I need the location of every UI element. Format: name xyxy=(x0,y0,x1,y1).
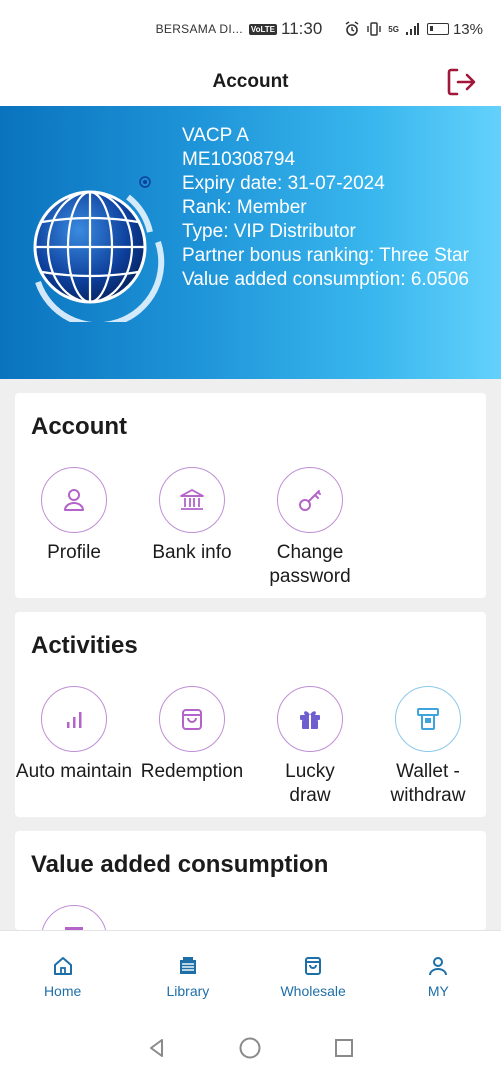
recents-button[interactable] xyxy=(331,1035,357,1061)
atm-icon xyxy=(417,708,439,730)
volte-badge: VoLTE xyxy=(248,23,278,35)
clock: 11:30 xyxy=(281,19,323,38)
nav-library-label: Library xyxy=(166,982,210,999)
home-circle-icon xyxy=(239,1037,261,1059)
logout-icon xyxy=(447,68,476,96)
profile-info: VACP A ME10308794 Expiry date: 31-07-202… xyxy=(182,124,482,292)
member-id: ME10308794 xyxy=(182,149,296,170)
back-button[interactable] xyxy=(144,1035,170,1061)
activities-section-title: Activities xyxy=(31,632,138,659)
home-icon xyxy=(53,956,72,975)
wallet-withdraw-button[interactable]: Wallet - withdraw xyxy=(368,686,488,808)
nav-my-label: MY xyxy=(427,982,449,999)
back-triangle-icon xyxy=(149,1039,163,1057)
alarm-icon xyxy=(345,21,359,36)
system-nav-bar xyxy=(0,1016,501,1080)
value-added-consumption: Value added consumption: 6.0506 xyxy=(182,269,469,290)
auto-maintain-label: Auto maintain xyxy=(15,761,133,782)
nav-wholesale-label: Wholesale xyxy=(280,982,346,999)
profile-banner: VACP A ME10308794 Expiry date: 31-07-202… xyxy=(0,106,501,379)
person-icon xyxy=(64,489,84,511)
redemption-button[interactable]: Redemption xyxy=(132,686,252,784)
vibrate-icon xyxy=(367,22,381,36)
lucky-draw-button[interactable]: Lucky draw xyxy=(250,686,370,808)
nav-home-label: Home xyxy=(43,982,82,999)
profile-button[interactable]: Profile xyxy=(14,467,134,565)
expiry-date: Expiry date: 31-07-2024 xyxy=(182,173,385,194)
page-title: Account xyxy=(212,71,289,92)
account-card: Account Profile Bank info Change passwor… xyxy=(15,393,486,598)
member-rank: Rank: Member xyxy=(182,197,307,218)
value-added-item-button[interactable] xyxy=(15,905,134,930)
key-icon xyxy=(299,490,321,511)
signal-label: 5G xyxy=(388,24,399,34)
app-header: Account xyxy=(0,58,501,106)
activities-card: Activities Auto maintain Redemption Luck… xyxy=(15,612,486,817)
auto-maintain-button[interactable]: Auto maintain xyxy=(14,686,134,784)
change-password-button[interactable]: Change password xyxy=(250,467,370,589)
nav-wholesale[interactable]: Wholesale xyxy=(251,931,376,1016)
bank-info-label: Bank info xyxy=(152,542,232,563)
change-password-label: Change password xyxy=(269,542,351,587)
home-system-button[interactable] xyxy=(237,1035,263,1061)
status-bar: BERSAMA DI... VoLTE 11:30 5G 13% xyxy=(0,0,501,58)
carrier-name: BERSAMA DI... xyxy=(155,22,243,36)
lucky-draw-label: Lucky draw xyxy=(285,761,335,806)
logout-button[interactable] xyxy=(443,64,479,100)
battery-percent: 13% xyxy=(452,20,483,38)
account-section-title: Account xyxy=(31,413,127,440)
member-name: VACP A xyxy=(182,125,249,146)
nav-my[interactable]: MY xyxy=(376,931,501,1016)
member-type: Type: VIP Distributor xyxy=(182,221,356,242)
nav-home[interactable]: Home xyxy=(0,931,125,1016)
wallet-withdraw-label: Wallet - withdraw xyxy=(390,761,466,806)
bag-icon xyxy=(182,709,202,730)
profile-label: Profile xyxy=(47,542,101,563)
bank-icon xyxy=(180,489,204,510)
bottom-nav: Home Library Wholesale MY xyxy=(0,930,501,1016)
status-icons: 5G xyxy=(344,21,419,37)
wholesale-bag-icon xyxy=(305,956,322,975)
gift-icon xyxy=(300,711,320,729)
library-icon xyxy=(179,956,196,974)
value-added-section-title: Value added consumption xyxy=(31,851,329,878)
recents-square-icon xyxy=(335,1039,354,1057)
value-added-card: Value added consumption xyxy=(15,831,486,930)
bank-info-button[interactable]: Bank info xyxy=(132,467,252,565)
redemption-label: Redemption xyxy=(140,761,244,782)
battery-icon xyxy=(426,23,449,35)
bar-chart-icon xyxy=(67,712,82,728)
nav-library[interactable]: Library xyxy=(125,931,250,1016)
signal-icon xyxy=(405,23,419,35)
list-icon xyxy=(65,927,83,930)
partner-bonus-ranking: Partner bonus ranking: Three Star xyxy=(182,245,469,266)
globe-logo-icon xyxy=(33,176,165,322)
user-icon xyxy=(429,956,448,975)
